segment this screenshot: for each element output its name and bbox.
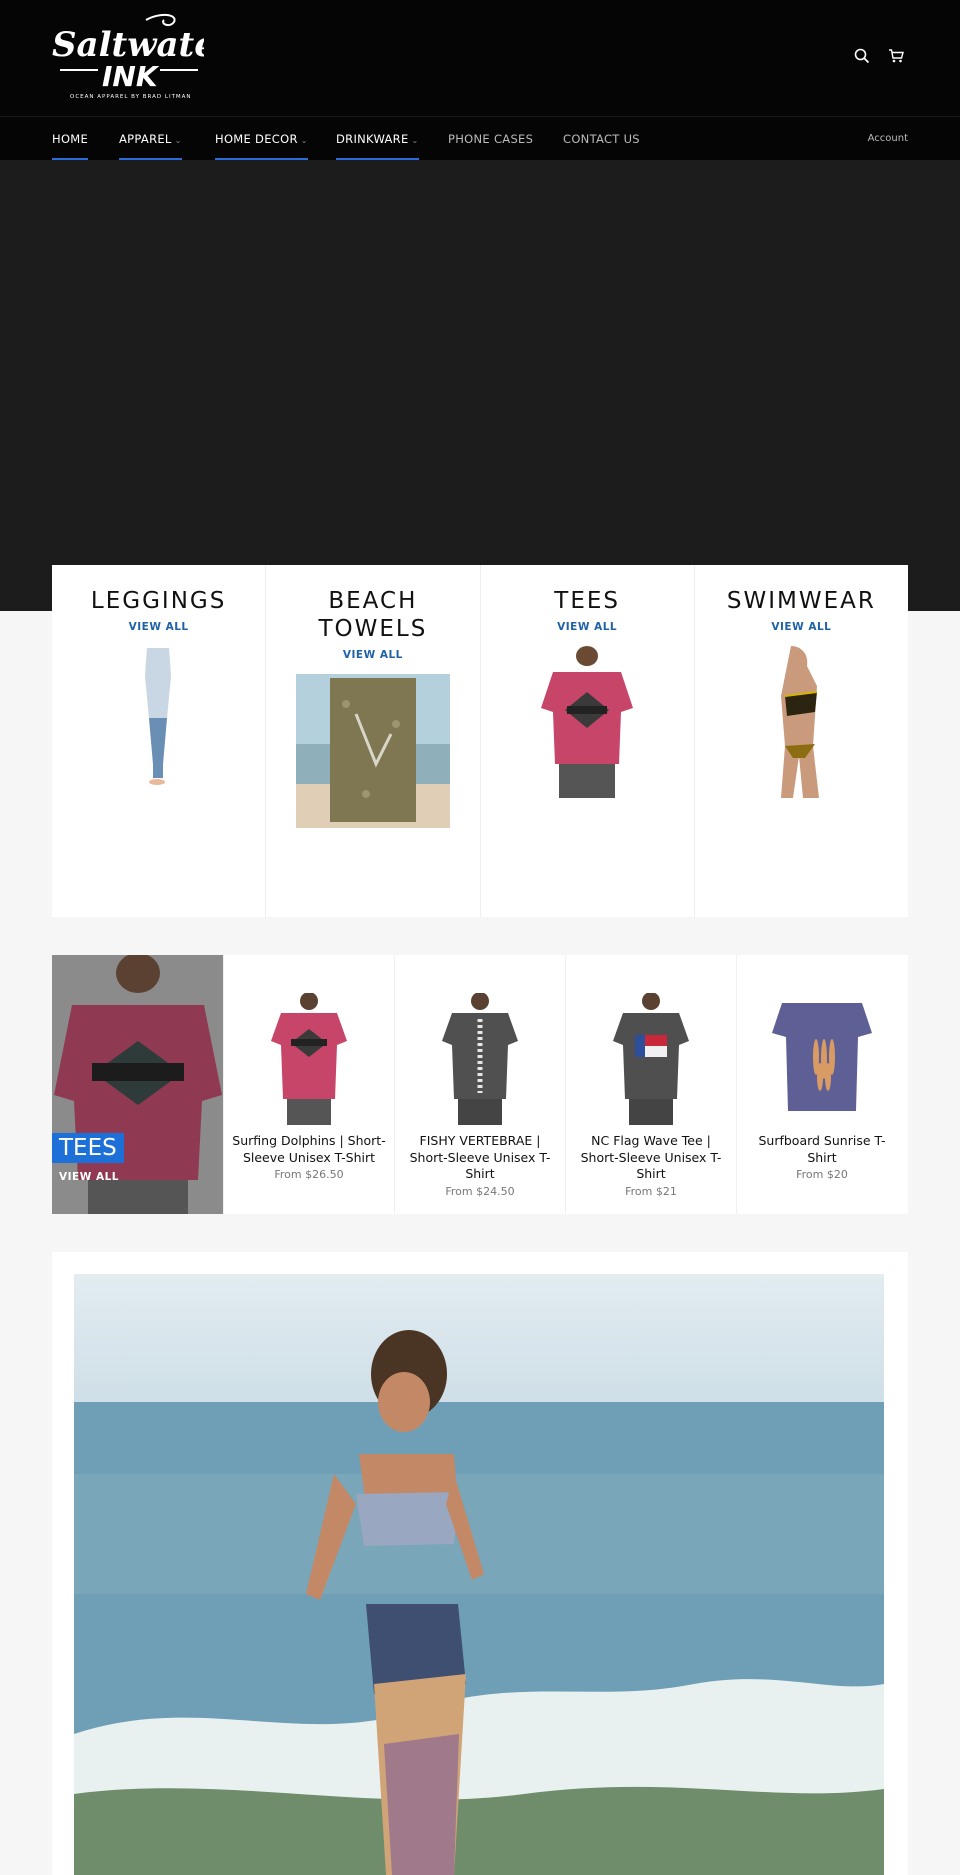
- product-title: Surfboard Sunrise T-Shirt: [758, 1133, 886, 1165]
- nav-item-contact-us[interactable]: CONTACT US: [563, 117, 640, 161]
- nav-item-home-decor[interactable]: HOME DECOR ⌄: [215, 117, 308, 161]
- product-card[interactable]: Surfboard Sunrise T-Shirt From $20: [736, 955, 907, 1214]
- nav-label: CONTACT US: [563, 132, 640, 146]
- chevron-down-icon: ⌄: [411, 136, 419, 145]
- nav-item-drinkware[interactable]: DRINKWARE ⌄: [336, 117, 419, 161]
- site-header: Saltwater INK OCEAN APPAREL BY BRAD LITM…: [0, 0, 960, 116]
- nav-label: HOME DECOR: [215, 132, 298, 146]
- product-price: From $20: [796, 1168, 848, 1181]
- collection-tees[interactable]: TEES VIEW ALL: [481, 565, 695, 917]
- nav-label: HOME: [52, 132, 89, 146]
- collection-badge: TEES: [52, 1133, 124, 1163]
- collection-title: LEGGINGS: [90, 588, 227, 614]
- product-card[interactable]: FISHY VERTEBRAE | Short-Sleeve Unisex T-…: [394, 955, 565, 1214]
- chevron-down-icon: ⌄: [174, 136, 182, 145]
- beach-towel-image: [295, 674, 450, 828]
- svg-text:OCEAN APPAREL BY BRAD LITMAN: OCEAN APPAREL BY BRAD LITMAN: [70, 94, 192, 100]
- hero-banner: [0, 160, 960, 611]
- svg-text:INK: INK: [102, 60, 160, 93]
- surfer-photo: [74, 1274, 884, 1875]
- collection-beach-towels[interactable]: BEACH TOWELS VIEW ALL: [266, 565, 481, 917]
- product-title: Surfing Dolphins | Short-Sleeve Unisex T…: [232, 1133, 386, 1165]
- product-card[interactable]: Surfing Dolphins | Short-Sleeve Unisex T…: [223, 955, 394, 1214]
- product-title: NC Flag Wave Tee | Short-Sleeve Unisex T…: [580, 1133, 722, 1181]
- collection-title: TEES: [554, 588, 620, 614]
- nav-label: PHONE CASES: [448, 132, 534, 146]
- featured-collection-row: TEES VIEW ALL Surfing Dolphins | Short-S…: [52, 955, 908, 1214]
- nav-label: APPAREL: [119, 132, 172, 146]
- nav-label: DRINKWARE: [336, 132, 409, 146]
- account-link[interactable]: Account: [868, 117, 908, 161]
- product-price: From $26.50: [274, 1168, 344, 1181]
- cart-icon[interactable]: [888, 48, 904, 64]
- site-logo[interactable]: Saltwater INK OCEAN APPAREL BY BRAD LITM…: [50, 12, 204, 100]
- view-all-link[interactable]: VIEW ALL: [343, 649, 403, 661]
- main-nav: HOME APPAREL ⌄ HOME DECOR ⌄ DRINKWARE ⌄ PHO…: [0, 116, 960, 161]
- nav-item-apparel[interactable]: APPAREL ⌄: [119, 117, 182, 161]
- view-all-link[interactable]: VIEW ALL: [771, 621, 831, 633]
- product-price: From $24.50: [445, 1184, 515, 1198]
- collection-grid: LEGGINGS VIEW ALL BEACH TOWELS VIEW ALL …: [52, 565, 908, 917]
- view-all-link[interactable]: VIEW ALL: [59, 1171, 119, 1183]
- leggings-image: [144, 648, 171, 785]
- product-card[interactable]: NC Flag Wave Tee | Short-Sleeve Unisex T…: [565, 955, 736, 1214]
- collection-title: BEACH TOWELS: [318, 588, 428, 642]
- chevron-down-icon: ⌄: [300, 136, 308, 145]
- view-all-link[interactable]: VIEW ALL: [129, 621, 189, 633]
- collection-swimwear[interactable]: SWIMWEAR VIEW ALL: [695, 565, 908, 917]
- product-image: [442, 993, 518, 1125]
- product-title: FISHY VERTEBRAE | Short-Sleeve Unisex T-…: [409, 1133, 551, 1181]
- nav-item-home[interactable]: HOME: [52, 117, 89, 161]
- tee-image: [541, 646, 634, 798]
- collection-leggings[interactable]: LEGGINGS VIEW ALL: [52, 565, 267, 917]
- image-banner: [52, 1252, 908, 1875]
- search-icon[interactable]: [854, 48, 870, 64]
- product-image: [613, 993, 689, 1125]
- nav-item-phone-cases[interactable]: PHONE CASES: [448, 117, 533, 161]
- swimwear-image: [781, 646, 820, 798]
- view-all-link[interactable]: VIEW ALL: [557, 621, 617, 633]
- featured-collection-tees[interactable]: TEES VIEW ALL: [52, 955, 223, 1214]
- product-image: [772, 1003, 872, 1111]
- svg-text:Saltwater: Saltwater: [52, 25, 204, 65]
- product-image: [271, 993, 347, 1125]
- product-price: From $21: [625, 1184, 677, 1198]
- collection-title: SWIMWEAR: [726, 588, 876, 614]
